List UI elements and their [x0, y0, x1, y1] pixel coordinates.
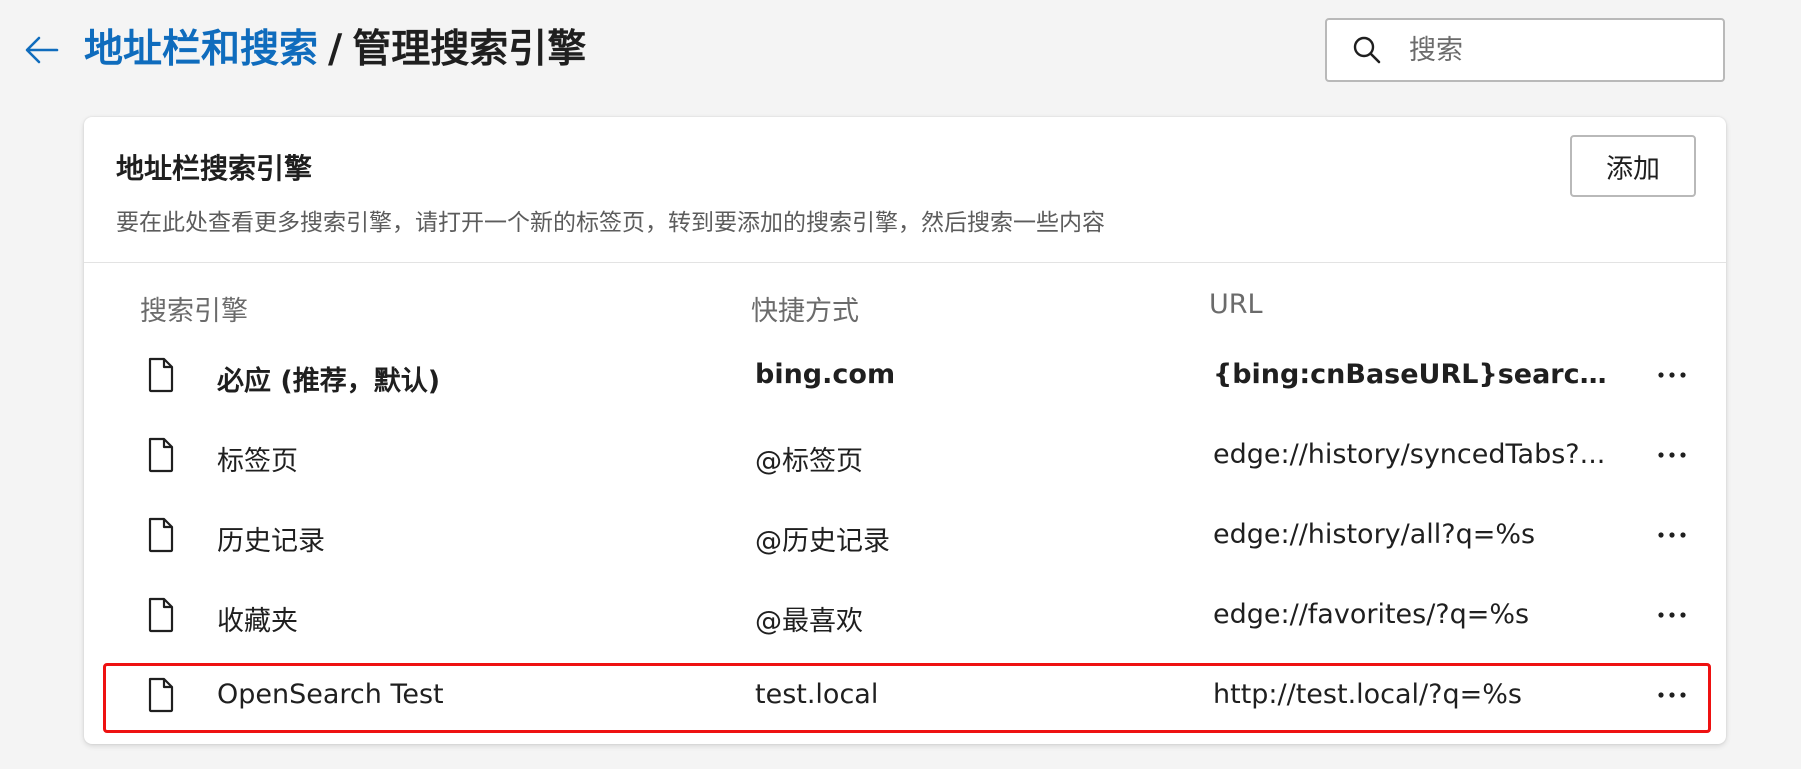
table-header: 搜索引擎 快捷方式 URL [84, 281, 1726, 329]
more-options-button[interactable] [1650, 675, 1694, 715]
more-horizontal-icon [1658, 372, 1686, 378]
more-horizontal-icon [1658, 612, 1686, 618]
breadcrumb-parent-link[interactable]: 地址栏和搜索 [84, 27, 318, 72]
table-row[interactable]: OpenSearch Test test.local http://test.l… [84, 657, 1726, 737]
settings-search-box[interactable] [1325, 18, 1725, 82]
engine-name: 历史记录 [217, 526, 325, 557]
section-title: 地址栏搜索引擎 [116, 152, 313, 185]
more-options-button[interactable] [1650, 435, 1694, 475]
page-title: 管理搜索引擎 [352, 27, 587, 72]
engine-url: {bing:cnBaseURL}search?q... [1213, 359, 1613, 390]
document-icon [148, 677, 174, 713]
engine-shortcut: test.local [755, 679, 879, 710]
table-row[interactable]: 必应 (推荐，默认) bing.com {bing:cnBaseURL}sear… [84, 337, 1726, 417]
document-icon [148, 437, 174, 473]
engine-name: 标签页 [217, 446, 298, 477]
arrow-left-icon [25, 36, 59, 64]
engine-url: edge://history/all?q=%s [1213, 519, 1536, 550]
more-options-button[interactable] [1650, 515, 1694, 555]
engine-name: OpenSearch Test [217, 679, 444, 710]
breadcrumb-separator: / [328, 27, 343, 72]
engine-url: edge://favorites/?q=%s [1213, 599, 1530, 630]
section-description: 要在此处查看更多搜索引擎，请打开一个新的标签页，转到要添加的搜索引擎，然后搜索一… [116, 210, 1105, 236]
document-icon [148, 357, 174, 393]
document-icon [148, 597, 174, 633]
engine-name: 收藏夹 [217, 606, 298, 637]
search-engines-card: 地址栏搜索引擎 要在此处查看更多搜索引擎，请打开一个新的标签页，转到要添加的搜索… [84, 117, 1726, 744]
table-row[interactable]: 历史记录 @历史记录 edge://history/all?q=%s [84, 497, 1726, 577]
column-header-search-engine: 搜索引擎 [140, 296, 248, 327]
document-icon [148, 517, 174, 553]
column-header-url: URL [1209, 289, 1263, 320]
search-input[interactable] [1407, 22, 1697, 78]
table-row[interactable]: 标签页 @标签页 edge://history/syncedTabs?... [84, 417, 1726, 497]
more-horizontal-icon [1658, 692, 1686, 698]
column-header-shortcut: 快捷方式 [751, 296, 859, 327]
back-button[interactable] [20, 30, 64, 70]
more-options-button[interactable] [1650, 595, 1694, 635]
search-icon [1327, 20, 1407, 80]
add-search-engine-button[interactable]: 添加 [1570, 135, 1696, 197]
table-row[interactable]: 收藏夹 @最喜欢 edge://favorites/?q=%s [84, 577, 1726, 657]
more-horizontal-icon [1658, 452, 1686, 458]
card-header: 地址栏搜索引擎 要在此处查看更多搜索引擎，请打开一个新的标签页，转到要添加的搜索… [84, 117, 1726, 263]
engine-shortcut: @最喜欢 [755, 606, 863, 637]
engine-url: http://test.local/?q=%s [1213, 679, 1522, 710]
engine-shortcut: @标签页 [755, 446, 863, 477]
page-header: 地址栏和搜索 / 管理搜索引擎 [0, 0, 1801, 104]
engine-name: 必应 (推荐，默认) [217, 366, 441, 397]
engine-shortcut: @历史记录 [755, 526, 890, 557]
more-options-button[interactable] [1650, 355, 1694, 395]
engine-url: edge://history/syncedTabs?... [1213, 439, 1606, 470]
engine-shortcut: bing.com [755, 359, 896, 390]
more-horizontal-icon [1658, 532, 1686, 538]
breadcrumb: 地址栏和搜索 / 管理搜索引擎 [84, 20, 586, 80]
